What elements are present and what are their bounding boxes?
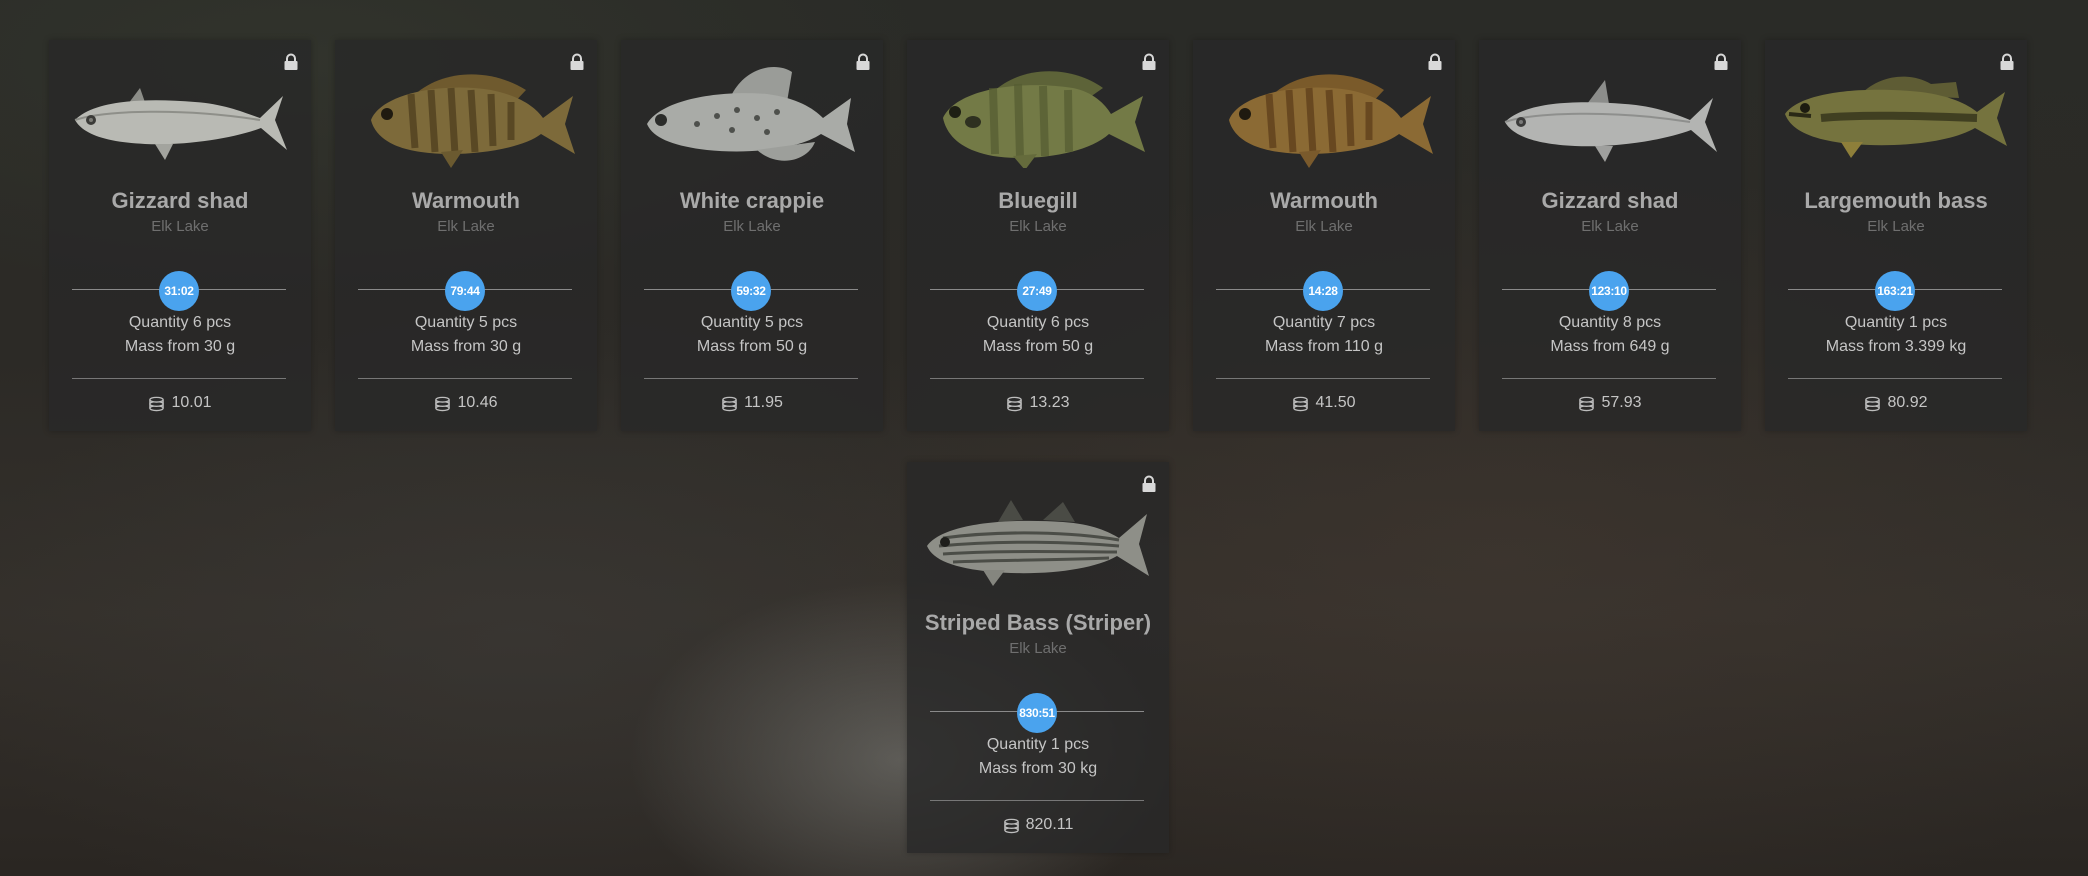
divider <box>1216 378 1430 379</box>
price-row: 80.92 <box>1765 394 2027 412</box>
mass-text: Mass from 3.399 kg <box>1825 338 1967 355</box>
fish-card-bluegill[interactable]: Bluegill Elk Lake 27:49 Quantity 6 pcs M… <box>907 40 1169 431</box>
fish-card-gizzard-shad-2[interactable]: Gizzard shad Elk Lake 123:10 Quantity 8 … <box>1479 40 1741 431</box>
price-value: 11.95 <box>744 394 783 411</box>
timer-badge: 27:49 <box>1017 271 1057 311</box>
lake-name: Elk Lake <box>151 218 209 235</box>
price-row: 820.11 <box>907 816 1169 834</box>
coins-icon <box>1292 395 1309 412</box>
price-row: 10.46 <box>335 394 597 412</box>
coins-icon <box>1578 395 1595 412</box>
divider <box>930 800 1144 801</box>
quantity-text: Quantity 6 pcs <box>986 314 1090 331</box>
coins-icon <box>1864 395 1881 412</box>
quantity-text: Quantity 5 pcs <box>700 314 804 331</box>
fish-name: Gizzard shad <box>1541 188 1679 213</box>
white-crappie-fish-image <box>647 67 855 161</box>
mass-text: Mass from 30 kg <box>978 760 1098 777</box>
coins-icon <box>1006 395 1023 412</box>
lake-name: Elk Lake <box>1009 640 1067 657</box>
price-value: 57.93 <box>1601 394 1642 411</box>
mass-text: Mass from 50 g <box>982 338 1094 355</box>
coins-icon <box>721 395 738 412</box>
warmouth-fish-image <box>371 74 575 168</box>
fish-card-white-crappie[interactable]: White crappie Elk Lake 59:32 Quantity 5 … <box>621 40 883 431</box>
bluegill-fish-image <box>943 71 1145 168</box>
lake-name: Elk Lake <box>1581 218 1639 235</box>
price-value: 41.50 <box>1315 394 1356 411</box>
quantity-text: Quantity 1 pcs <box>1844 314 1948 331</box>
fish-card-warmouth[interactable]: Warmouth Elk Lake 79:44 Quantity 5 pcs M… <box>335 40 597 431</box>
lake-name: Elk Lake <box>723 218 781 235</box>
price-row: 57.93 <box>1479 394 1741 412</box>
largemouth-bass-fish-image <box>1785 76 2007 158</box>
fish-card-largemouth-bass[interactable]: Largemouth bass Elk Lake 163:21 Quantity… <box>1765 40 2027 431</box>
coins-icon <box>434 395 451 412</box>
fish-card-gizzard-shad[interactable]: Gizzard shad Elk Lake 31:02 Quantity 6 p… <box>49 40 311 431</box>
price-row: 10.01 <box>49 394 311 412</box>
fish-name: Gizzard shad <box>111 188 249 213</box>
divider <box>644 378 858 379</box>
quantity-text: Quantity 6 pcs <box>128 314 232 331</box>
lake-name: Elk Lake <box>1295 218 1353 235</box>
coins-icon <box>148 395 165 412</box>
fish-name: Warmouth <box>1270 188 1378 213</box>
price-value: 10.01 <box>171 394 212 411</box>
quantity-text: Quantity 8 pcs <box>1558 314 1662 331</box>
fish-name: Bluegill <box>998 188 1078 213</box>
timer-badge: 79:44 <box>445 271 485 311</box>
gizzard-shad-fish-image <box>74 88 287 160</box>
price-value: 13.23 <box>1029 394 1070 411</box>
timer-badge: 830:51 <box>1017 693 1057 733</box>
divider <box>930 378 1144 379</box>
timer-badge: 14:28 <box>1303 271 1343 311</box>
quantity-text: Quantity 1 pcs <box>986 736 1090 753</box>
price-row: 41.50 <box>1193 394 1455 412</box>
fish-name: Largemouth bass <box>1804 188 1988 213</box>
divider <box>1502 378 1716 379</box>
mass-text: Mass from 110 g <box>1265 338 1383 355</box>
striped-bass-fish-image <box>927 500 1149 586</box>
mass-text: Mass from 649 g <box>1550 338 1670 355</box>
fish-card-warmouth-2[interactable]: Warmouth Elk Lake 14:28 Quantity 7 pcs M… <box>1193 40 1455 431</box>
timer-badge: 31:02 <box>159 271 199 311</box>
fish-name: White crappie <box>679 188 825 213</box>
price-value: 820.11 <box>1025 816 1074 833</box>
timer-badge: 123:10 <box>1589 271 1629 311</box>
lake-name: Elk Lake <box>1009 218 1067 235</box>
mass-text: Mass from 50 g <box>696 338 808 355</box>
gizzard-shad-fish-image <box>1504 80 1717 162</box>
quantity-text: Quantity 5 pcs <box>414 314 518 331</box>
divider <box>1788 378 2002 379</box>
price-value: 80.92 <box>1887 394 1928 411</box>
price-row: 13.23 <box>907 394 1169 412</box>
price-value: 10.46 <box>457 394 498 411</box>
lake-name: Elk Lake <box>437 218 495 235</box>
fish-name: Striped Bass (Striper) <box>924 610 1152 635</box>
price-row: 11.95 <box>621 394 883 412</box>
timer-badge: 59:32 <box>731 271 771 311</box>
timer-badge: 163:21 <box>1875 271 1915 311</box>
warmouth-fish-image <box>1229 74 1433 168</box>
mass-text: Mass from 30 g <box>124 338 236 355</box>
fish-card-striped-bass[interactable]: Striped Bass (Striper) Elk Lake 830:51 Q… <box>907 462 1169 853</box>
divider <box>72 378 286 379</box>
lake-name: Elk Lake <box>1867 218 1925 235</box>
coins-icon <box>1003 817 1020 834</box>
mass-text: Mass from 30 g <box>410 338 522 355</box>
divider <box>358 378 572 379</box>
quantity-text: Quantity 7 pcs <box>1272 314 1376 331</box>
fish-name: Warmouth <box>412 188 520 213</box>
